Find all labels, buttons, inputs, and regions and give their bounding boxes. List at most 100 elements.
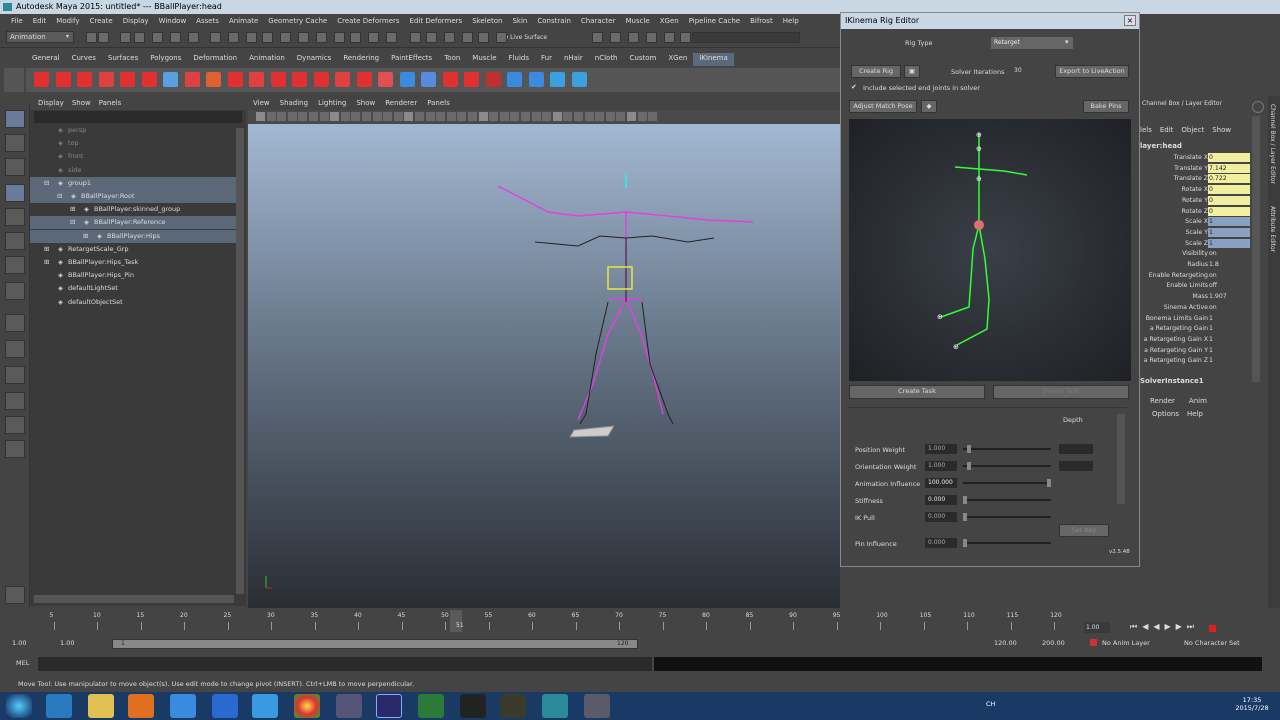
outliner-item[interactable]: ◈ top — [30, 137, 236, 150]
shelf-tool-icon[interactable] — [77, 72, 92, 87]
param-slider[interactable] — [963, 513, 1051, 521]
viewport-tool-icon[interactable] — [574, 112, 583, 121]
viewport-tool-icon[interactable] — [404, 112, 414, 121]
folder-icon[interactable] — [88, 694, 114, 718]
channel-row[interactable]: Translate Z 0.722 — [1140, 174, 1260, 184]
slider-handle[interactable] — [963, 539, 967, 547]
shelf-tab-xgen[interactable]: XGen — [662, 53, 693, 66]
quick-rename-input[interactable] — [692, 32, 800, 43]
viewport-tool-icon[interactable] — [372, 112, 382, 121]
shelf-tab-painteffects[interactable]: PaintEffects — [385, 53, 438, 66]
export-liveaction-button[interactable]: Export to LiveAction — [1055, 65, 1129, 78]
viewport-tool-icon[interactable] — [415, 112, 424, 121]
expand-icon[interactable]: ⊞ — [70, 203, 75, 216]
status-tool-icon[interactable] — [350, 32, 361, 43]
menu-file[interactable]: File — [6, 17, 28, 25]
viewport-tool-icon[interactable] — [393, 112, 403, 121]
tool-button[interactable] — [5, 110, 25, 128]
tool-button[interactable] — [5, 392, 25, 410]
playback-controls[interactable]: ⏮◀◀▶▶⏭ — [1130, 622, 1270, 634]
character-set-select[interactable]: No Character Set — [1184, 639, 1240, 647]
channel-value[interactable]: 1.8 — [1208, 260, 1250, 269]
channel-row[interactable]: a Retargeting Gain Z1 — [1140, 356, 1260, 366]
status-tool-icon[interactable] — [334, 32, 345, 43]
viewport-tool-icon[interactable] — [330, 112, 340, 121]
viewport-tool-icon[interactable] — [510, 112, 520, 121]
params-scrollbar[interactable] — [1117, 414, 1125, 504]
menu-skeleton[interactable]: Skeleton — [467, 17, 507, 25]
channel-value[interactable]: 0 — [1208, 206, 1250, 216]
channel-row[interactable]: Scale X1 — [1140, 217, 1260, 227]
ie-icon[interactable] — [46, 694, 72, 718]
shelf-tab-nhair[interactable]: nHair — [558, 53, 589, 66]
slider-handle[interactable] — [967, 445, 972, 453]
status-tool-icon[interactable] — [410, 32, 421, 43]
channel-value[interactable]: 1 — [1208, 324, 1250, 333]
depth-field[interactable] — [1059, 461, 1093, 471]
param-slider[interactable] — [963, 539, 1051, 547]
status-tool-icon[interactable] — [680, 32, 691, 43]
viewport-menu-shading[interactable]: Shading — [275, 98, 313, 110]
expand-icon[interactable]: ⊞ — [83, 230, 88, 243]
viewport-tool-icon[interactable] — [584, 112, 594, 121]
viewport-menu-panels[interactable]: Panels — [422, 98, 455, 110]
adjust-match-pose-button[interactable]: Adjust Match Pose — [849, 100, 917, 113]
set-key-button[interactable]: Set Key — [1059, 524, 1109, 537]
status-tool-icon[interactable] — [134, 32, 145, 43]
shelf-tab-fluids[interactable]: Fluids — [503, 53, 535, 66]
slider-handle[interactable] — [1047, 479, 1051, 487]
status-tool-icon[interactable] — [262, 32, 273, 43]
tool-button[interactable] — [5, 314, 25, 332]
shelf-tool-icon[interactable] — [313, 72, 329, 87]
outliner-menu-show[interactable]: Show — [68, 98, 95, 110]
viewport-tool-icon[interactable] — [563, 112, 573, 121]
viewport-canvas[interactable] — [248, 124, 840, 608]
media-icon[interactable] — [128, 694, 154, 718]
playback-start-field[interactable]: 1.00 — [60, 639, 74, 647]
viewport-tool-icon[interactable] — [277, 112, 287, 121]
shelf-tool-icon[interactable] — [528, 72, 544, 87]
tool-button[interactable] — [5, 232, 25, 250]
unreal-engine-icon[interactable] — [460, 694, 486, 718]
param-field[interactable]: 100.000 — [925, 478, 957, 488]
menu-edit[interactable]: Edit — [28, 17, 52, 25]
viewport-tool-icon[interactable] — [287, 112, 297, 121]
channel-value[interactable]: 1 — [1208, 217, 1250, 227]
shelf-tab-ncloth[interactable]: nCloth — [589, 53, 624, 66]
tab-attribute-editor[interactable]: Attribute Editor — [1269, 206, 1276, 252]
channel-row[interactable]: a Retargeting Gain Y1 — [1140, 346, 1260, 356]
channel-row[interactable]: Enable Limits off — [1140, 281, 1260, 291]
tool-button[interactable] — [5, 208, 25, 226]
channel-row[interactable]: a Retargeting Gain X1 — [1140, 335, 1260, 345]
tool-button[interactable] — [5, 440, 25, 458]
shelf-tool-icon[interactable] — [249, 72, 264, 87]
param-slider[interactable] — [963, 496, 1051, 504]
outliner-item[interactable]: ◈ front — [30, 150, 236, 163]
current-frame-field[interactable]: 1.00 — [1084, 622, 1110, 633]
shelf-tab-deformation[interactable]: Deformation — [187, 53, 243, 66]
shelf-tool-icon[interactable] — [55, 72, 71, 87]
stop-icon[interactable] — [1209, 625, 1216, 632]
outliner-menu-panels[interactable]: Panels — [95, 98, 126, 110]
param-slider[interactable] — [963, 479, 1051, 487]
shelf-tool-icon[interactable] — [464, 72, 479, 87]
status-tool-icon[interactable] — [188, 32, 199, 43]
channel-value[interactable]: 0.722 — [1208, 174, 1250, 184]
shelf-tool-icon[interactable] — [34, 72, 49, 87]
status-tool-icon[interactable] — [478, 32, 489, 43]
pose-icon[interactable]: ◆ — [921, 100, 937, 113]
shelf-tab-animation[interactable]: Animation — [243, 53, 291, 66]
outliner-item[interactable]: ◈ persp — [30, 124, 236, 137]
solver-iterations-field[interactable]: 30 — [1011, 66, 1029, 76]
viewport-tool-icon[interactable] — [627, 112, 636, 121]
channel-value[interactable]: 1 — [1208, 314, 1250, 323]
channel-row[interactable]: Radius 1.8 — [1140, 260, 1260, 270]
param-slider[interactable] — [963, 445, 1051, 453]
playback-end-field[interactable]: 120.00 — [994, 639, 1017, 647]
channel-row[interactable]: Bonema Limits Gain 1 — [1140, 314, 1260, 324]
status-tool-icon[interactable] — [610, 32, 621, 43]
layer-menu-options[interactable]: Options — [1152, 410, 1179, 420]
channel-row[interactable]: Scale Z1 — [1140, 238, 1260, 249]
shelf-tool-icon[interactable] — [206, 72, 221, 87]
channel-row[interactable]: Sinema Active on — [1140, 303, 1260, 313]
